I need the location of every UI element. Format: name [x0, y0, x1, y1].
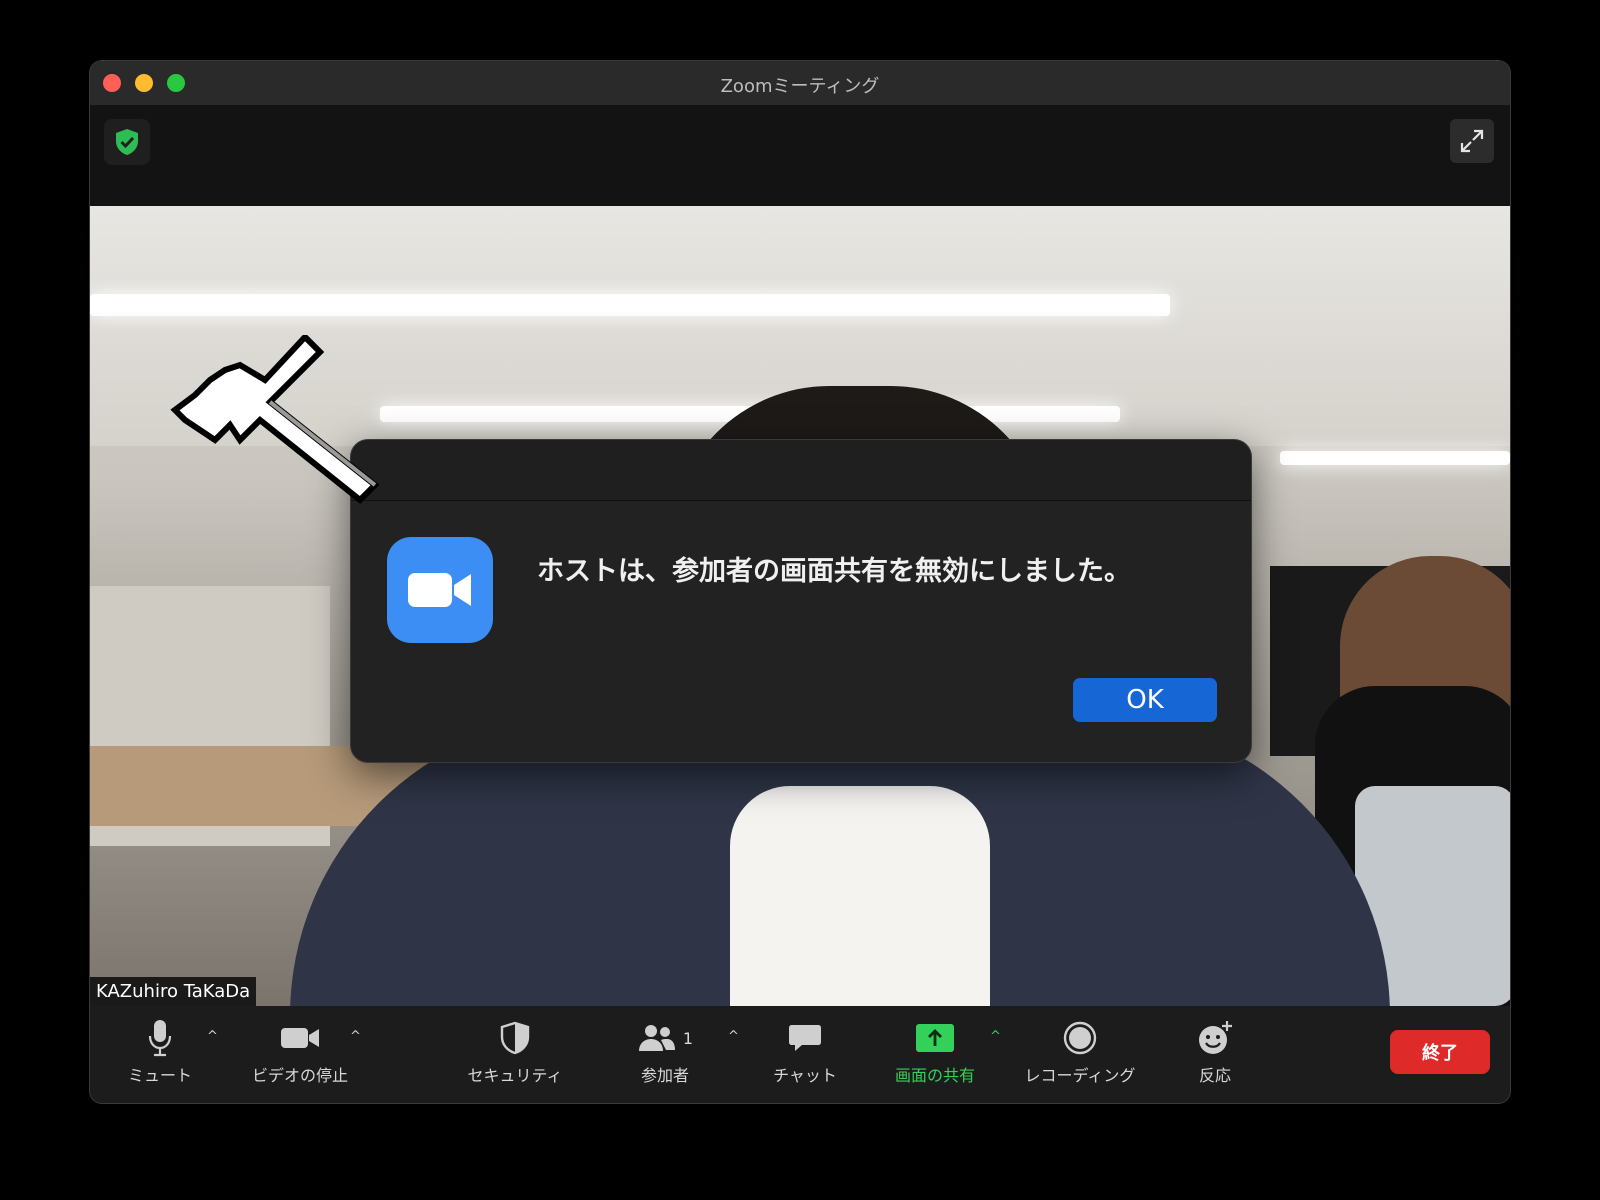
share-screen-button[interactable]: 画面の共有: [885, 1018, 985, 1086]
video-options-caret-icon[interactable]: ^: [350, 1029, 361, 1044]
participant-name-tag: KAZuhiro TaKaDa: [90, 977, 257, 1006]
participants-icon: 1: [625, 1018, 705, 1058]
ok-button[interactable]: OK: [1073, 678, 1217, 722]
ceiling-light: [90, 294, 1170, 316]
chat-button[interactable]: チャット: [760, 1018, 850, 1086]
stop-video-label: ビデオの停止: [251, 1066, 348, 1085]
end-meeting-button[interactable]: 終了: [1390, 1030, 1490, 1074]
mute-button[interactable]: ミュート: [120, 1018, 200, 1086]
dialog-header: [351, 440, 1251, 501]
participants-label: 参加者: [640, 1066, 689, 1085]
title-bar: Zoomミーティング: [90, 61, 1510, 106]
shield-icon: [455, 1018, 575, 1058]
mute-label: ミュート: [127, 1066, 192, 1085]
security-label: セキュリティ: [467, 1066, 563, 1085]
encryption-shield-icon[interactable]: [104, 119, 150, 165]
meeting-toolbar: ミュート ^ ビデオの停止 ^ セキュリティ 1 参加者 ^ チャット 画面の共…: [90, 1006, 1510, 1103]
participants-options-caret-icon[interactable]: ^: [728, 1029, 739, 1044]
chat-bubble-icon: [760, 1018, 850, 1058]
zoom-app-icon: [387, 537, 493, 643]
participants-count: 1: [682, 1028, 694, 1048]
stop-video-button[interactable]: ビデオの停止: [245, 1018, 355, 1086]
participants-button[interactable]: 1 参加者: [625, 1018, 705, 1086]
microphone-icon: [120, 1018, 200, 1058]
alert-dialog: ホストは、参加者の画面共有を無効にしました。 OK: [350, 439, 1252, 763]
expand-icon: [1460, 129, 1484, 153]
reactions-button[interactable]: 反応: [1180, 1018, 1250, 1086]
emoji-add-icon: [1180, 1018, 1250, 1058]
chat-label: チャット: [773, 1066, 837, 1085]
security-button[interactable]: セキュリティ: [455, 1018, 575, 1086]
shirt: [730, 786, 990, 1006]
dialog-message: ホストは、参加者の画面共有を無効にしました。: [537, 556, 1131, 587]
reactions-label: 反応: [1198, 1066, 1231, 1085]
share-options-caret-icon[interactable]: ^: [990, 1029, 1001, 1044]
audio-options-caret-icon[interactable]: ^: [207, 1029, 218, 1044]
pointing-hand-cursor-icon: [170, 335, 380, 505]
share-screen-label: 画面の共有: [894, 1066, 975, 1085]
record-button[interactable]: レコーディング: [1015, 1018, 1145, 1086]
share-screen-icon: [885, 1018, 985, 1058]
record-label: レコーディング: [1024, 1066, 1136, 1085]
video-camera-icon: [245, 1018, 355, 1058]
window-title: Zoomミーティング: [720, 76, 880, 97]
fullscreen-button[interactable]: [1450, 119, 1494, 163]
record-icon: [1015, 1018, 1145, 1058]
